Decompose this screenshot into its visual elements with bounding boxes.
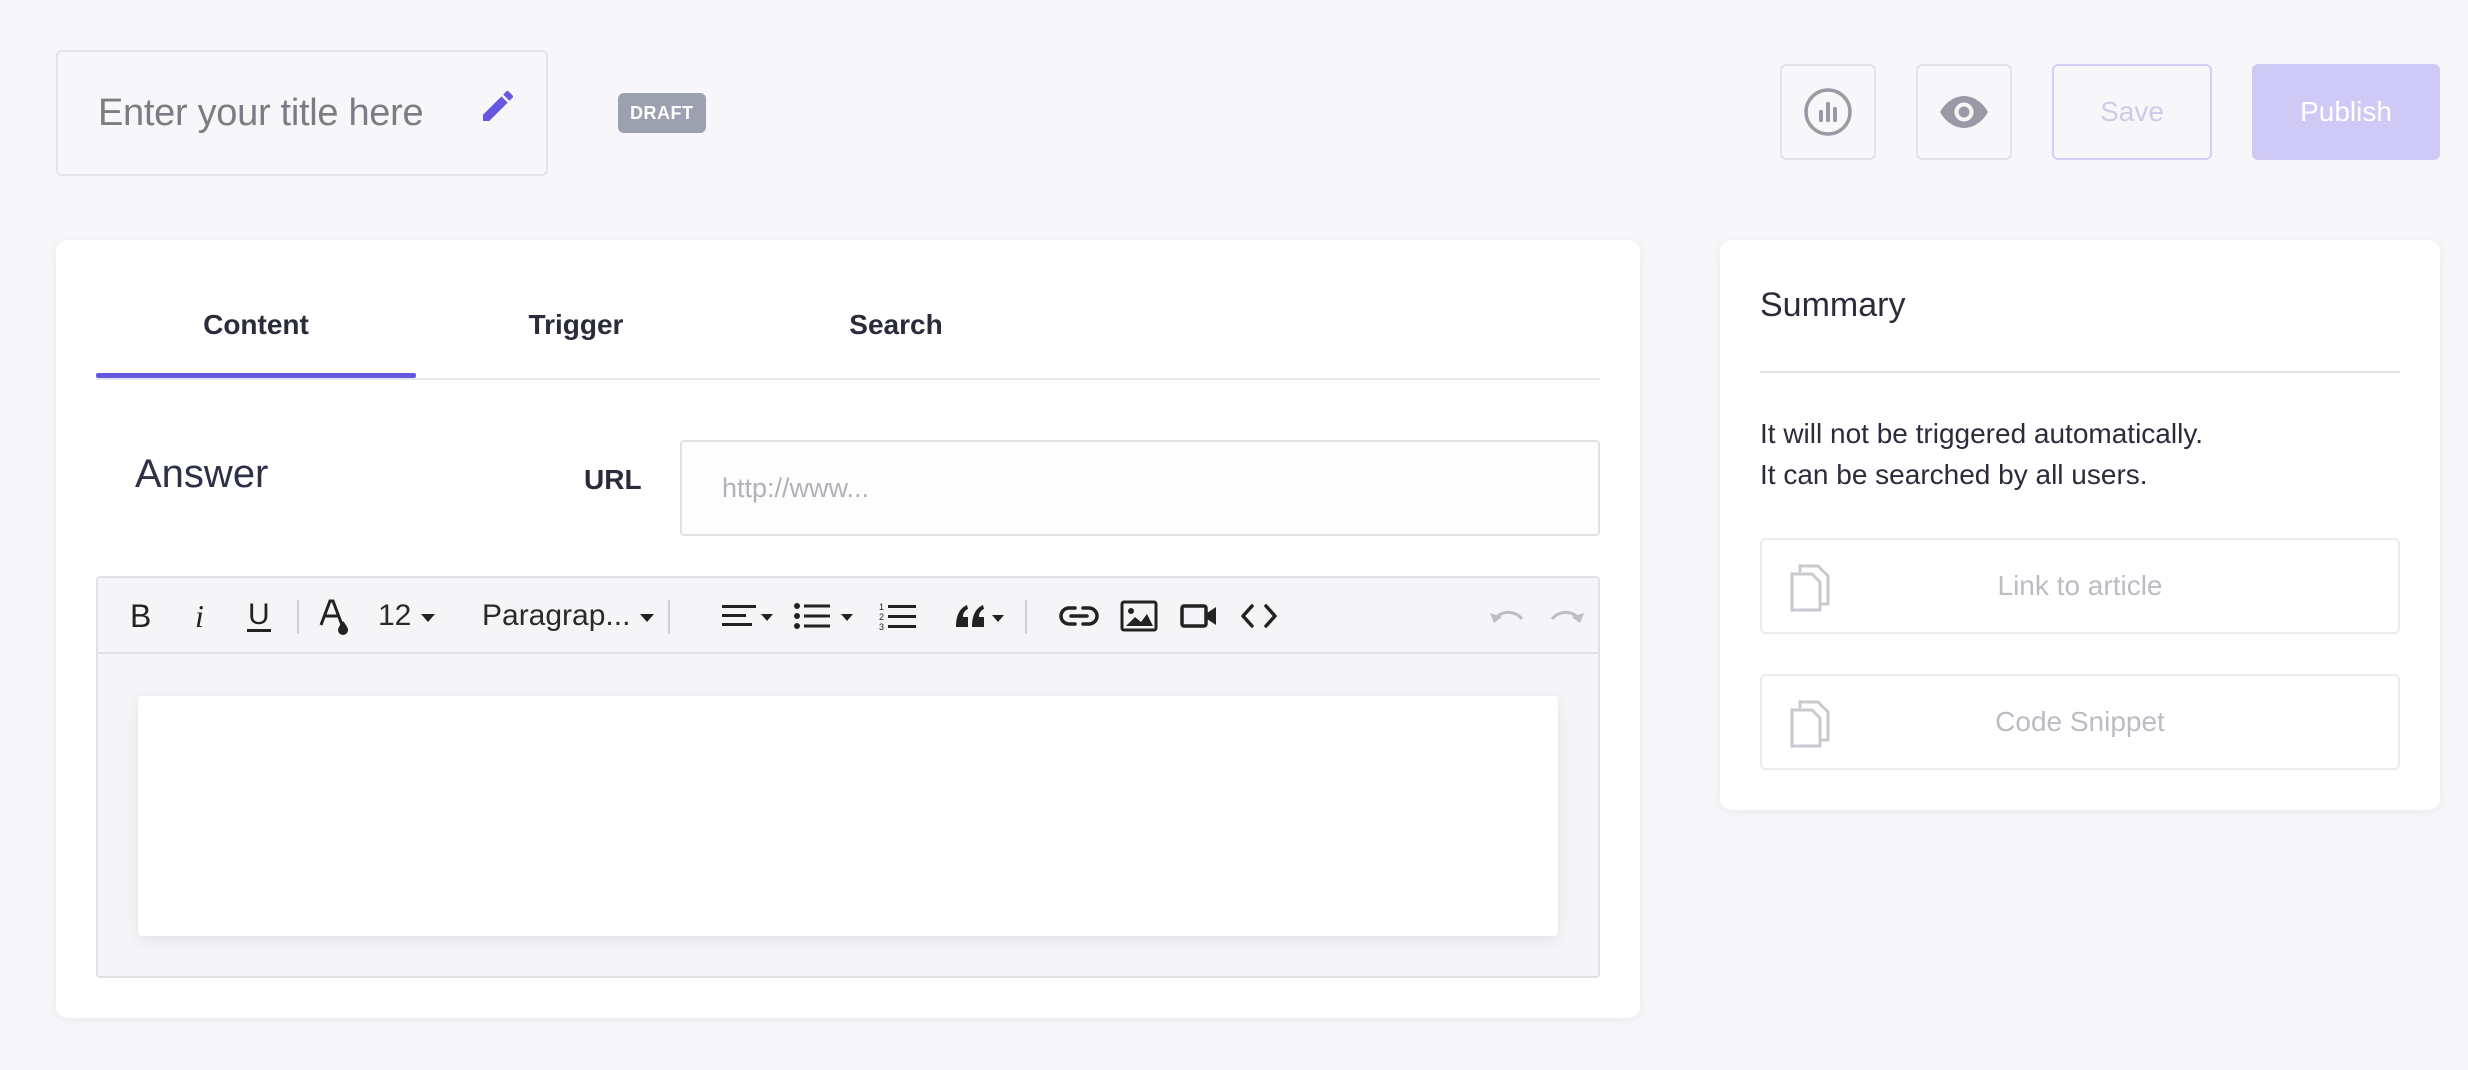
numbered-list-icon[interactable]: 123 (876, 578, 922, 654)
tab-bar: Content Trigger Search (96, 270, 1600, 380)
svg-text:2: 2 (879, 612, 884, 622)
bold-icon[interactable]: B (118, 578, 162, 654)
bar-chart-icon (1804, 88, 1852, 136)
svg-text:U: U (248, 598, 270, 631)
copy-icon (1790, 700, 1830, 748)
url-label: URL (584, 464, 642, 495)
text-color-icon[interactable] (312, 578, 356, 654)
code-snippet-button[interactable]: Code Snippet (1760, 674, 2400, 770)
tab-trigger[interactable]: Trigger (416, 270, 736, 380)
summary-trigger-text: It will not be triggered automatically. (1760, 418, 2204, 449)
publish-button[interactable]: Publish (2252, 64, 2440, 160)
tab-search[interactable]: Search (736, 270, 1056, 380)
svg-text:1: 1 (879, 602, 884, 612)
underline-icon[interactable]: U (236, 578, 282, 654)
block-format-value: Paragrap... (482, 599, 631, 632)
code-icon[interactable] (1236, 578, 1282, 654)
title-placeholder: Enter your title here (98, 91, 424, 134)
editor-text-area[interactable] (138, 696, 1558, 936)
status-badge: DRAFT (618, 93, 706, 133)
quote-icon[interactable] (948, 578, 1014, 654)
svg-text:i: i (195, 600, 204, 632)
redo-icon[interactable] (1544, 578, 1590, 654)
summary-search-text: It can be searched by all users. (1760, 459, 2148, 490)
summary-title: Summary (1760, 286, 1906, 324)
toolbar-separator (668, 600, 670, 634)
svg-text:B: B (130, 600, 151, 632)
font-size-value: 12 (378, 599, 412, 632)
preview-button[interactable] (1916, 64, 2012, 160)
align-icon[interactable] (716, 578, 782, 654)
link-to-article-label: Link to article (1997, 570, 2163, 601)
answer-heading: Answer (135, 452, 269, 496)
code-snippet-label: Code Snippet (1995, 706, 2165, 737)
divider (1760, 371, 2400, 373)
editor-toolbar: B i U 12 Paragrap... 123 (98, 578, 1598, 654)
pencil-icon[interactable] (478, 86, 518, 126)
image-icon[interactable] (1116, 578, 1162, 654)
video-icon[interactable] (1176, 578, 1222, 654)
link-icon[interactable] (1056, 578, 1102, 654)
undo-icon[interactable] (1484, 578, 1530, 654)
title-field[interactable]: Enter your title here (56, 50, 548, 176)
toolbar-separator (1025, 600, 1027, 634)
copy-icon (1790, 564, 1830, 612)
block-format-select[interactable]: Paragrap... (482, 578, 655, 654)
svg-text:3: 3 (879, 622, 884, 631)
font-size-select[interactable]: 12 (378, 578, 458, 654)
link-to-article-button[interactable]: Link to article (1760, 538, 2400, 634)
italic-icon[interactable]: i (178, 578, 222, 654)
eye-icon (1940, 96, 1988, 128)
chevron-down-icon (640, 614, 655, 622)
tab-content[interactable]: Content (96, 270, 416, 380)
active-tab-indicator (96, 373, 416, 378)
chevron-down-icon (421, 614, 436, 622)
url-input[interactable] (680, 440, 1600, 536)
bullet-list-icon[interactable] (790, 578, 862, 654)
toolbar-separator (297, 600, 299, 634)
save-button[interactable]: Save (2052, 64, 2212, 160)
analytics-button[interactable] (1780, 64, 1876, 160)
